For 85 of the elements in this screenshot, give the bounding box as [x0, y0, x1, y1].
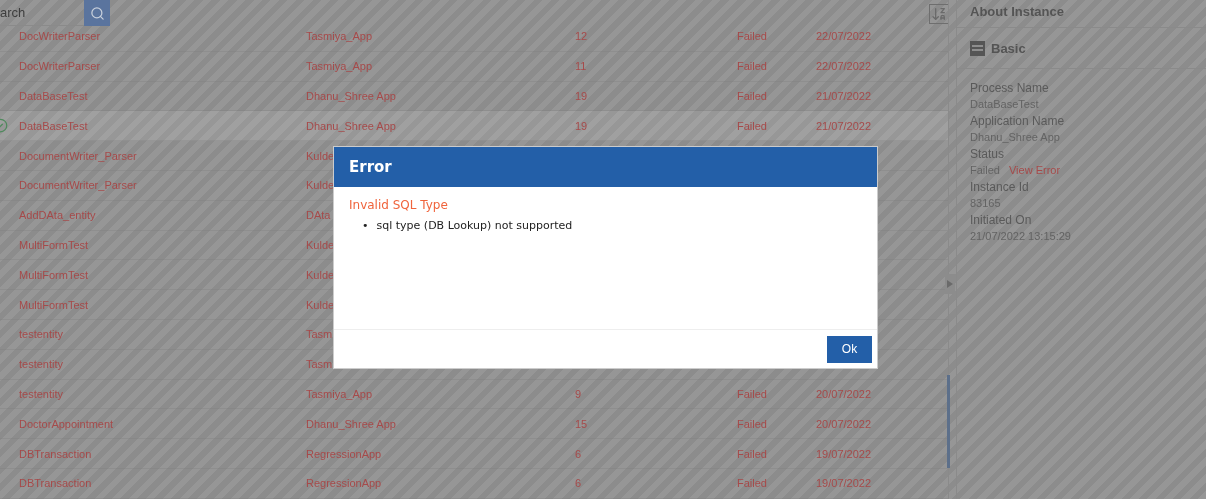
process-name[interactable]: DocWriterParser [19, 60, 306, 73]
field-label: Status [970, 147, 1006, 161]
date-cell-text: 20/07/2022 [816, 417, 873, 430]
version-cell-text: 12 [575, 30, 589, 43]
sort-button[interactable] [929, 4, 949, 24]
field-label: Initiated On [970, 213, 1033, 227]
application-name: Kulde [306, 179, 336, 192]
status-cell-text: Failed [737, 447, 768, 460]
version-cell-text: 15 [575, 417, 589, 430]
dialog-title: Error [349, 158, 392, 176]
application-name: Kulde [306, 238, 336, 251]
field-label: Instance Id [970, 180, 1030, 194]
process-name[interactable]: DataBaseTest [19, 90, 306, 102]
table-row[interactable]: DBTransaction RegressionApp 6 Failed 19/07/2022 [0, 468, 948, 499]
sort-icon [931, 6, 947, 22]
play-icon [947, 280, 953, 288]
application-name: Kulde [306, 298, 336, 311]
process-name[interactable]: DocWriterParser [19, 30, 306, 43]
status-cell-text: Failed [737, 387, 768, 400]
status-cell-text: Failed [737, 119, 768, 132]
status-cell-text: Failed [737, 477, 768, 490]
process-name[interactable]: DBTransaction [19, 477, 306, 490]
application-name: Kulde [306, 149, 336, 162]
bullet-mark: • [362, 218, 369, 233]
date-cell-text: 19/07/2022 [816, 447, 873, 460]
version-cell-text: 19 [575, 90, 589, 102]
process-name[interactable]: MultiFormTest [19, 268, 306, 281]
date-cell-text: 20/07/2022 [816, 387, 873, 400]
process-name[interactable]: DocumentWriter_Parser [19, 179, 306, 192]
version-cell-text: 9 [575, 387, 583, 400]
application-name: Dhanu_Shree App [306, 119, 397, 132]
version-cell-text: 6 [575, 477, 583, 490]
date-cell-text: 22/07/2022 [816, 60, 873, 73]
table-row[interactable]: DataBaseTest Dhanu_Shree App 19 Failed 21/07/2022 [0, 111, 948, 142]
section-title: Basic [991, 40, 1026, 56]
table-row[interactable]: DataBaseTest Dhanu_Shree App 19 Failed 21/07/2022 [0, 81, 948, 112]
expand-handle[interactable] [945, 274, 955, 294]
table-row[interactable]: DocWriterParser Tasmiya_App 12 Failed 22/07/2022 [0, 22, 948, 52]
table-row[interactable]: DocWriterParser Tasmiya_App 11 Failed 22/07/2022 [0, 51, 948, 82]
process-name[interactable]: DataBaseTest [19, 119, 306, 132]
process-name[interactable]: MultiFormTest [19, 298, 306, 311]
application-name: RegressionApp [306, 477, 383, 490]
application-name: Dhanu_Shree App [306, 417, 397, 430]
application-name: Tasmiya_App [306, 387, 374, 400]
date-cell-text: 19/07/2022 [816, 477, 873, 490]
status-cell-text: Failed [737, 60, 768, 73]
process-name[interactable]: testentity [19, 387, 306, 400]
scrollbar[interactable] [947, 375, 950, 468]
status-cell-text: Failed [737, 30, 768, 43]
table-row[interactable]: DoctorAppointment Dhanu_Shree App 15 Failed 20/07/2022 [0, 409, 948, 440]
application-name: RegressionApp [306, 447, 383, 460]
process-name[interactable]: DoctorAppointment [19, 417, 306, 430]
process-name[interactable]: AddDAta_entity [19, 209, 306, 222]
ok-button[interactable]: Ok [827, 335, 872, 363]
application-name: Kulde [306, 268, 336, 281]
application-name: DAta [306, 209, 332, 222]
process-name[interactable]: DocumentWriter_Parser [19, 149, 306, 162]
error-message: Invalid SQL Type [349, 198, 449, 212]
application-name: Tasmiya_App [306, 60, 374, 73]
process-name[interactable]: MultiFormTest [19, 238, 306, 251]
application-name: Tasmiya_App [306, 30, 374, 43]
status-cell-text: Failed [737, 417, 768, 430]
status-cell-text: Failed [737, 90, 768, 102]
form-icon [970, 40, 985, 56]
table-row[interactable]: DBTransaction RegressionApp 6 Failed 19/07/2022 [0, 439, 948, 469]
date-cell-text: 21/07/2022 [816, 90, 873, 102]
process-name[interactable]: testentity [19, 328, 306, 341]
field-label: Application Name [970, 114, 1066, 128]
search-icon [89, 5, 105, 21]
panel-title: About Instance [970, 2, 1065, 21]
field-label: Process Name [970, 81, 1050, 95]
search-button[interactable] [84, 0, 110, 26]
version-cell-text: 6 [575, 447, 583, 460]
application-name: Tasm [306, 328, 334, 341]
application-name: Tasm [306, 358, 334, 371]
application-name: Dhanu_Shree App [306, 90, 397, 102]
error-detail: sql type (DB Lookup) not supported [376, 218, 573, 233]
table-row[interactable]: testentity Tasmiya_App 9 Failed 20/07/2022 [0, 379, 948, 410]
version-cell-text: 19 [575, 119, 589, 132]
process-name[interactable]: DBTransaction [19, 447, 306, 460]
view-error-link[interactable]: View Error [1008, 164, 1061, 176]
process-name[interactable]: testentity [19, 358, 306, 371]
version-cell-text: 11 [575, 60, 588, 73]
date-cell-text: 22/07/2022 [816, 30, 873, 43]
date-cell-text: 21/07/2022 [816, 119, 873, 132]
